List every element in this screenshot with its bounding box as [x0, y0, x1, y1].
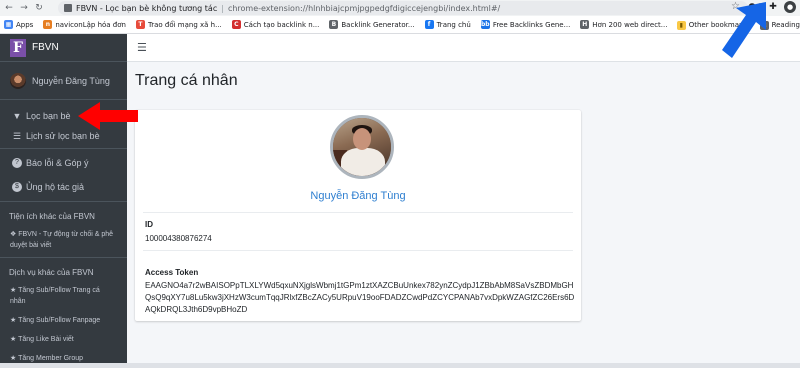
brand-name: FBVN [32, 42, 59, 53]
sidebar-item-label: Lọc bạn bè [26, 111, 71, 121]
top-navbar: ☰ [127, 34, 800, 62]
bookmark-item[interactable]: f Trang chủ [424, 20, 471, 29]
bookmark-favicon-icon: B [329, 20, 339, 29]
services-header: Dịch vụ khác của FBVN [9, 268, 94, 277]
bookmark-favicon-icon: C [231, 20, 241, 29]
address-bar[interactable]: FBVN - Lọc bạn bè không tương tác | chro… [58, 1, 748, 15]
bookmark-item[interactable]: T Trao đổi mạng xã h... [135, 20, 222, 29]
tab-title: FBVN - Lọc bạn bè không tương tác [76, 3, 218, 13]
bookmark-label: Free Backlinks Gene... [492, 20, 571, 29]
brand-logo-icon: F [10, 38, 26, 57]
bookmark-label: Apps [16, 20, 34, 29]
browser-toolbar: ← → ↻ FBVN - Lọc bạn bè không tương tác … [0, 0, 800, 16]
bookmark-favicon-icon: n [43, 20, 53, 29]
main-content: ☰ Trang cá nhân Nguyễn Đăng Tùng ID 1000… [127, 34, 800, 363]
divider [143, 250, 573, 251]
id-label: ID [145, 220, 153, 229]
reload-icon[interactable]: ↻ [33, 2, 45, 14]
bookmark-label: Cách tạo backlink n... [243, 20, 320, 29]
forward-icon[interactable]: → [18, 2, 30, 14]
bookmark-favicon-icon: bb [480, 20, 490, 29]
red-arrow-annotation [78, 102, 138, 130]
profile-avatar-icon[interactable]: ● [784, 1, 796, 13]
sidebar-item-feedback[interactable]: ? Báo lỗi & Góp ý [0, 151, 127, 175]
sidebar-item-member-group[interactable]: ★ Tăng Member Group [0, 349, 127, 368]
sidebar-item-auto-approve[interactable]: ❖ FBVN - Tự động từ chối & phê duyệt bài… [0, 225, 127, 255]
user-avatar [10, 72, 26, 89]
bookmark-favicon-icon: f [424, 20, 434, 29]
question-icon: ? [12, 158, 22, 168]
brand[interactable]: F FBVN [0, 34, 127, 62]
bookmark-favicon-icon: H [580, 20, 590, 29]
id-value: 100004380876274 [145, 234, 212, 243]
access-token-value: EAAGNO4a7r2wBAISOPpTLXLYWd5qxuNXjglsWbmj… [145, 281, 575, 314]
folder-icon: ▮ [676, 20, 686, 30]
url-separator: | [221, 3, 224, 13]
extension-icon [64, 4, 72, 12]
bookmark-item[interactable]: bb Free Backlinks Gene... [480, 20, 571, 29]
sidebar-item-like-post[interactable]: ★ Tăng Like Bài viết [0, 330, 127, 349]
sidebar-item-sub-profile[interactable]: ★ Tăng Sub/Follow Trang cá nhân [0, 281, 127, 311]
bookmark-label: Hơn 200 web direct... [592, 20, 668, 29]
bookmark-label: naviconLập hóa đơn [55, 20, 126, 29]
bookmark-label: Trao đổi mạng xã h... [147, 20, 222, 29]
profile-name-link[interactable]: Nguyễn Đăng Tùng [135, 190, 581, 202]
url-text[interactable]: chrome-extension://hlnhbiajcpmjpgpedgfdi… [228, 4, 500, 13]
bookmark-item[interactable]: B Backlink Generator... [329, 20, 415, 29]
bookmark-item[interactable]: n naviconLập hóa đơn [43, 20, 126, 29]
divider [143, 212, 573, 213]
sidebar-item-label: Ủng hộ tác giả [26, 182, 85, 192]
list-icon: ☰ [12, 130, 22, 141]
sidebar-item-sub-fanpage[interactable]: ★ Tăng Sub/Follow Fanpage [0, 311, 127, 330]
profile-card: Nguyễn Đăng Tùng ID 100004380876274 Acce… [135, 110, 581, 321]
divider [0, 201, 127, 202]
tools-header: Tiện ích khác của FBVN [9, 212, 95, 221]
bookmarks-bar: ▦ Apps n naviconLập hóa đơn T Trao đổi mạng x… [0, 16, 800, 34]
user-name: Nguyễn Đăng Tùng [32, 75, 110, 86]
puzzle-extensions-icon[interactable]: ✚ [767, 1, 779, 13]
bookmark-label: Trang chủ [436, 20, 471, 29]
divider [0, 148, 127, 149]
bookmark-label: Backlink Generator... [341, 20, 415, 29]
sidebar-item-label: Báo lỗi & Góp ý [26, 158, 89, 168]
page-title: Trang cá nhân [135, 72, 238, 89]
bookmark-favicon-icon: ▦ [4, 20, 13, 29]
sidebar-item-donate[interactable]: $ Ủng hộ tác giả [0, 175, 127, 199]
blue-arrow-annotation [722, 2, 766, 58]
access-token-label: Access Token [145, 268, 199, 277]
bookmark-item[interactable]: ▦ Apps [4, 20, 33, 29]
user-panel[interactable]: Nguyễn Đăng Tùng [0, 62, 127, 100]
donate-icon: $ [12, 182, 22, 192]
back-icon[interactable]: ← [3, 2, 15, 14]
divider [0, 257, 127, 258]
hamburger-menu-icon[interactable]: ☰ [137, 41, 147, 54]
sidebar-item-label: Lịch sử lọc bạn bè [26, 131, 100, 141]
bookmark-item[interactable]: H Hơn 200 web direct... [580, 20, 667, 29]
bookmark-favicon-icon: T [135, 20, 145, 29]
filter-icon: ▼ [12, 111, 22, 121]
bookmark-item[interactable]: C Cách tạo backlink n... [231, 20, 320, 29]
sidebar: F FBVN Nguyễn Đăng Tùng ▼ Lọc bạn bè ☰ L… [0, 34, 127, 363]
profile-photo [330, 115, 394, 179]
